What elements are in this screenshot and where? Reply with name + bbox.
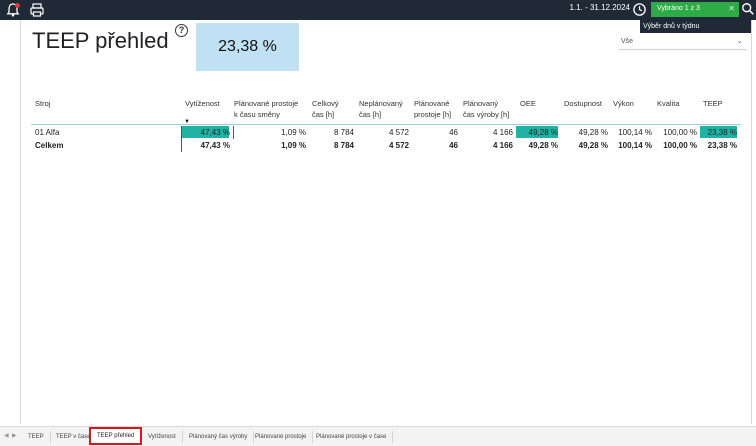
page-title: TEEP přehled: [32, 28, 169, 53]
tab-teep[interactable]: TEEP: [22, 431, 51, 443]
col-header-teep[interactable]: TEEP: [703, 98, 723, 109]
total-availability: 49,28 %: [578, 141, 608, 150]
tab-next-icon[interactable]: ▶: [12, 432, 17, 439]
print-icon[interactable]: [29, 2, 45, 18]
total-quality: 100,00 %: [663, 141, 697, 150]
report-canvas: [20, 20, 752, 424]
close-icon[interactable]: ✕: [728, 4, 735, 13]
filter-chip-label: Vybráno 1 z 3: [657, 5, 700, 12]
col-header-performance[interactable]: Výkon: [613, 98, 634, 109]
total-unplanned-time: 4 572: [388, 141, 409, 150]
col-header-line: k času směny: [234, 110, 280, 119]
row-planned-stops: 46: [449, 128, 458, 137]
col-header-line: Neplánovaný: [359, 99, 403, 108]
total-label: Celkem: [35, 141, 64, 150]
col-header-unplanned-time[interactable]: Neplánovaný čas [h]: [359, 98, 403, 120]
col-header-planned-downtime[interactable]: Plánované prostoje k času směny: [234, 98, 298, 120]
col-header-line: Plánovaný: [463, 99, 499, 108]
weekday-filter-dropdown[interactable]: Vše ⌄: [619, 35, 747, 50]
total-performance: 100,14 %: [618, 141, 652, 150]
col-header-line: prostoje [h]: [414, 110, 452, 119]
search-icon[interactable]: [741, 2, 756, 18]
total-utilization: 47,43 %: [200, 141, 230, 150]
chevron-down-icon: ⌄: [736, 36, 743, 45]
total-planned-prod: 4 166: [492, 141, 513, 150]
row-teep: 23,38 %: [707, 128, 737, 137]
tab-planovane-prostoje-v-case[interactable]: Plánované prostoje v čase: [310, 431, 394, 443]
col-header-line: Plánované: [414, 99, 450, 108]
row-unplanned-time: 4 572: [388, 128, 409, 137]
row-utilization: 47,43 %: [200, 128, 230, 137]
tab-vytizenost[interactable]: Vytíženost: [142, 431, 183, 443]
col-header-oee[interactable]: OEE: [520, 98, 536, 109]
col-header-total-time[interactable]: Celkový čas [h]: [312, 98, 339, 120]
col-header-line: čas [h]: [312, 110, 335, 119]
total-planned-stops: 46: [449, 141, 458, 150]
clock-icon[interactable]: [632, 2, 648, 18]
tab-teep-prehled[interactable]: TEEP přehled: [89, 427, 143, 445]
row-machine: 01 Alfa: [35, 128, 60, 137]
bar-axis-line: [233, 126, 234, 139]
row-planned-downtime: 1,09 %: [281, 128, 306, 137]
row-total-time: 8 784: [333, 128, 354, 137]
col-header-line: čas [h]: [359, 110, 382, 119]
tab-planovane-prostoje[interactable]: Plánované prostoje: [249, 431, 314, 443]
filter-selected-value: Vše: [621, 38, 634, 45]
col-header-availability[interactable]: Dostupnost: [564, 98, 602, 109]
help-icon[interactable]: ?: [175, 24, 188, 37]
row-oee: 49,28 %: [528, 128, 558, 137]
total-planned-downtime: 1,09 %: [281, 141, 306, 150]
col-header-planned-prod[interactable]: Plánovaný čas výroby [h]: [463, 98, 509, 120]
row-availability: 49,28 %: [578, 128, 608, 137]
row-quality: 100,00 %: [663, 128, 697, 137]
tab-planovany-cas-vyroby[interactable]: Plánovaný čas výroby: [183, 431, 255, 443]
date-range: 1.1. - 31.12.2024: [569, 3, 631, 12]
row-planned-prod: 4 166: [492, 128, 513, 137]
col-header-planned-stops[interactable]: Plánované prostoje [h]: [414, 98, 451, 120]
col-header-quality[interactable]: Kvalita: [657, 98, 680, 109]
col-header-utilization[interactable]: Vytíženost: [185, 98, 220, 109]
col-header-line: Celkový: [312, 99, 339, 108]
tab-prev-icon[interactable]: ◀: [4, 432, 9, 439]
bell-alert-icon[interactable]: [5, 2, 21, 18]
page-tabs-bar: ◀ ▶ TEEP TEEP v čase TEEP přehled Vytíže…: [0, 426, 756, 446]
total-total-time: 8 784: [333, 141, 354, 150]
weekday-filter-chip[interactable]: Vybráno 1 z 3 ✕: [651, 2, 739, 17]
header-divider: [31, 124, 741, 125]
total-oee: 49,28 %: [528, 141, 558, 150]
row-performance: 100,14 %: [618, 128, 652, 137]
col-header-line: Plánované prostoje: [234, 99, 299, 108]
col-header-machine[interactable]: Stroj: [35, 98, 50, 109]
teep-kpi-card: 23,38 %: [196, 23, 299, 71]
total-teep: 23,38 %: [707, 141, 737, 150]
col-header-line: čas výroby [h]: [463, 110, 510, 119]
